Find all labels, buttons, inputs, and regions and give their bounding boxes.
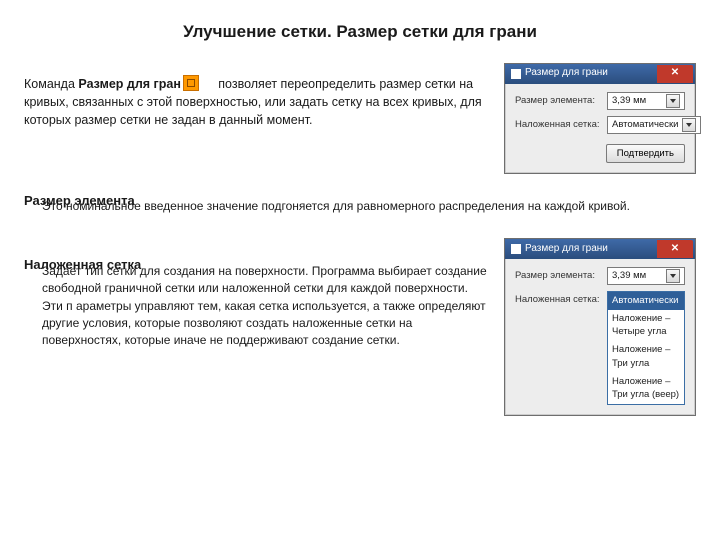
- mapped-mesh-select-open[interactable]: Автоматически Наложение – Четыре угла На…: [607, 291, 685, 405]
- dialog-face-size-open: Размер для грани ✕ Размер элемента: 3,39…: [504, 238, 696, 416]
- element-size-value: 3,39 мм: [612, 269, 646, 283]
- element-size-input[interactable]: 3,39 мм: [607, 267, 685, 285]
- dialog-body: Размер элемента: 3,39 мм Наложенная сетк…: [505, 84, 695, 173]
- label-mapped-mesh: Наложенная сетка:: [515, 291, 601, 307]
- mapped-mesh-select[interactable]: Автоматически: [607, 116, 701, 134]
- chevron-down-icon[interactable]: [682, 118, 696, 132]
- intro-paragraph: Команда Размер для гран позволяет переоп…: [24, 75, 490, 161]
- dialog-body: Размер элемента: 3,39 мм Наложенная сетк…: [505, 259, 695, 415]
- element-size-value: 3,39 мм: [612, 94, 646, 108]
- mapped-mesh-option[interactable]: Наложение – Четыре угла: [608, 310, 684, 342]
- element-size-input[interactable]: 3,39 мм: [607, 92, 685, 110]
- close-icon[interactable]: ✕: [657, 240, 693, 258]
- dialog-titlebar[interactable]: Размер для грани ✕: [505, 239, 695, 259]
- mapped-mesh-option[interactable]: Наложение – Три угла (веер): [608, 373, 684, 405]
- face-size-command-icon: [183, 75, 199, 91]
- label-element-size: Размер элемента:: [515, 94, 601, 108]
- mapped-mesh-value: Автоматически: [612, 118, 678, 132]
- dialog-title: Размер для грани: [525, 242, 608, 257]
- window-icon: [511, 244, 521, 254]
- close-icon[interactable]: ✕: [657, 65, 693, 83]
- intro-pre: Команда: [24, 77, 78, 91]
- mapped-mesh-option-selected[interactable]: Автоматически: [608, 292, 684, 310]
- confirm-button[interactable]: Подтвердить: [606, 144, 685, 163]
- text-mapped-mesh: Задает тип сетки для создания на поверхн…: [42, 263, 490, 350]
- intro-command-name: Размер для гран: [78, 77, 180, 91]
- label-mapped-mesh: Наложенная сетка:: [515, 118, 601, 132]
- label-element-size: Размер элемента:: [515, 269, 601, 283]
- mapped-mesh-option[interactable]: Наложение – Три угла: [608, 341, 684, 373]
- window-icon: [511, 69, 521, 79]
- dialog-title: Размер для грани: [525, 66, 608, 81]
- chevron-down-icon[interactable]: [666, 94, 680, 108]
- dialog-titlebar[interactable]: Размер для грани ✕: [505, 64, 695, 84]
- chevron-down-icon[interactable]: [666, 269, 680, 283]
- text-element-size: Это номинальное введенное значение подго…: [42, 198, 696, 215]
- page-title: Улучшение сетки. Размер сетки для грани: [24, 20, 696, 45]
- dialog-face-size: Размер для грани ✕ Размер элемента: 3,39…: [504, 63, 696, 174]
